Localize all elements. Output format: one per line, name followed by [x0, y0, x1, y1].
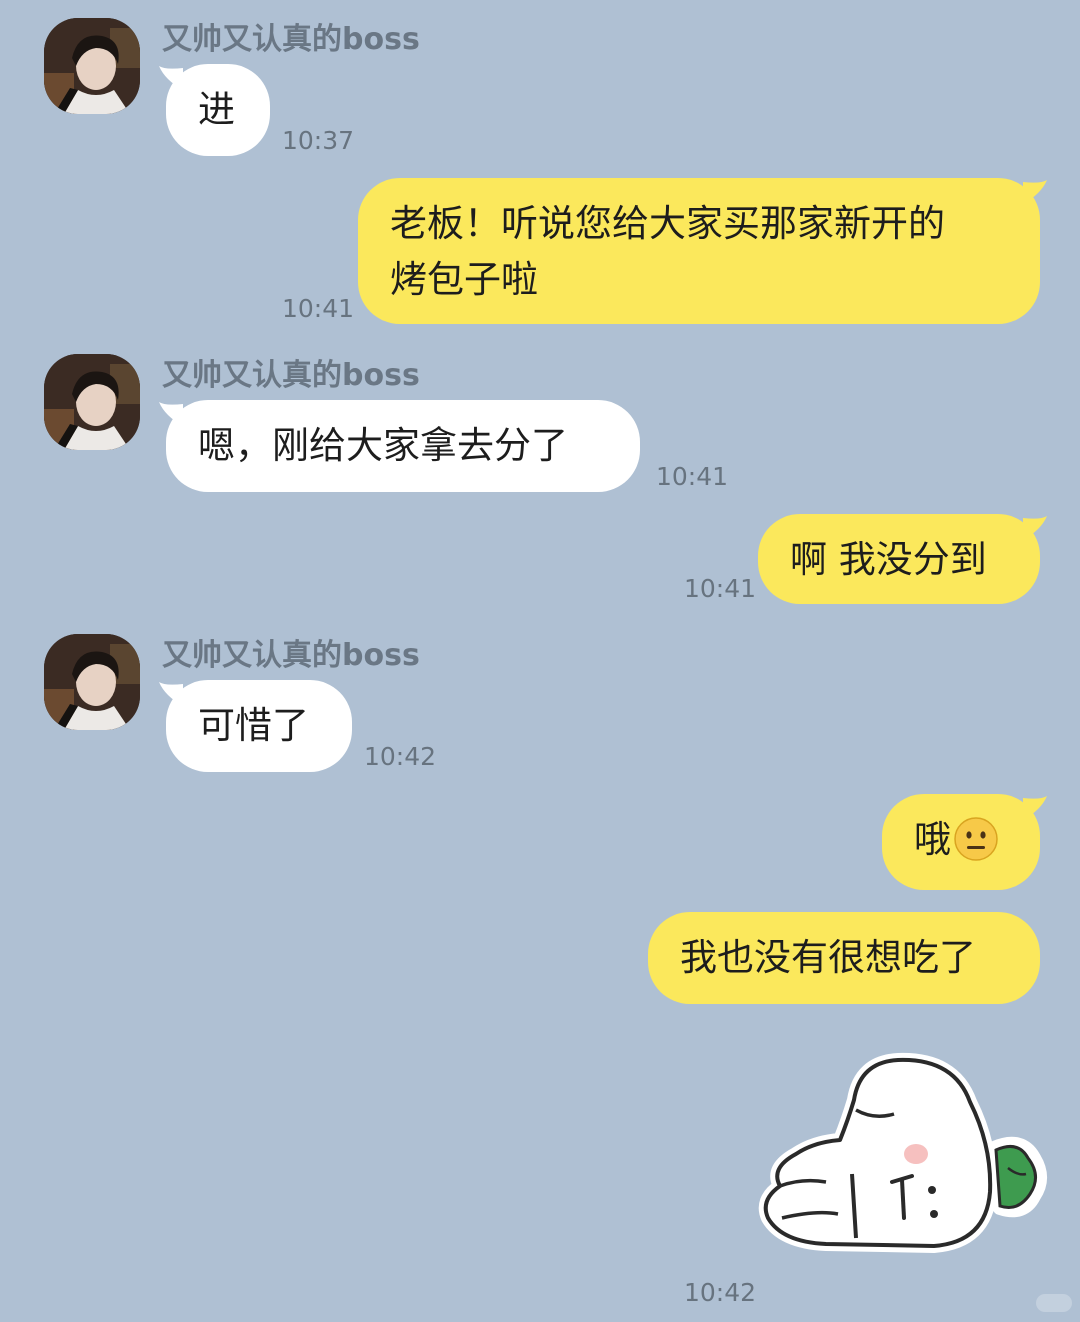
- neutral-face-icon: [954, 816, 998, 861]
- avatar[interactable]: [44, 18, 140, 114]
- message-time: 10:42: [364, 742, 437, 771]
- message-text: 我也没有很想吃了: [680, 936, 976, 979]
- message-bubble-incoming[interactable]: 可惜了: [159, 680, 352, 772]
- message-text-line: 老板！听说您给大家买那家新开的: [390, 202, 945, 245]
- message-time: 10:37: [282, 126, 355, 155]
- message-text: 进: [198, 88, 235, 131]
- bubble-tail: [1023, 516, 1047, 540]
- message-text: 嗯，刚给大家拿去分了: [198, 424, 568, 467]
- message-time: 10:42: [684, 1278, 757, 1307]
- bubble-tail: [1023, 796, 1047, 820]
- bubble-tail: [159, 66, 183, 90]
- message-time: 10:41: [282, 294, 355, 323]
- chat-view: 又帅又认真的boss 进 10:37 老板！听说您给大家买那家新开的 烤包子啦 …: [0, 0, 1080, 1322]
- bubble-tail: [159, 682, 183, 706]
- avatar[interactable]: [44, 634, 140, 730]
- message-text: 哦: [914, 818, 951, 861]
- message-text: 啊 我没分到: [790, 538, 987, 581]
- message-bubble-outgoing[interactable]: 老板！听说您给大家买那家新开的 烤包子啦: [358, 178, 1047, 324]
- avatar-photo: [44, 634, 140, 730]
- avatar-photo: [44, 354, 140, 450]
- message-time: 10:41: [656, 462, 729, 491]
- message-bubble-outgoing[interactable]: 哦: [882, 794, 1047, 890]
- bubble-tail: [159, 402, 183, 426]
- message-bubble-outgoing[interactable]: 我也没有很想吃了: [648, 912, 1040, 1004]
- bunny-lying-sticker[interactable]: [756, 1050, 1048, 1262]
- message-text-line: 烤包子啦: [390, 258, 538, 301]
- bubble-tail: [1023, 180, 1047, 204]
- avatar[interactable]: [44, 354, 140, 450]
- sender-name: 又帅又认真的boss: [162, 358, 420, 393]
- message-time: 10:41: [684, 574, 757, 603]
- avatar-photo: [44, 18, 140, 114]
- message-bubble-outgoing[interactable]: 啊 我没分到: [758, 514, 1047, 604]
- message-text: 可惜了: [198, 704, 309, 747]
- message-bubble-incoming[interactable]: 嗯，刚给大家拿去分了: [159, 400, 640, 492]
- sender-name: 又帅又认真的boss: [162, 22, 420, 57]
- sender-name: 又帅又认真的boss: [162, 638, 420, 673]
- message-bubble-incoming[interactable]: 进: [159, 64, 270, 156]
- watermark: [1036, 1294, 1072, 1312]
